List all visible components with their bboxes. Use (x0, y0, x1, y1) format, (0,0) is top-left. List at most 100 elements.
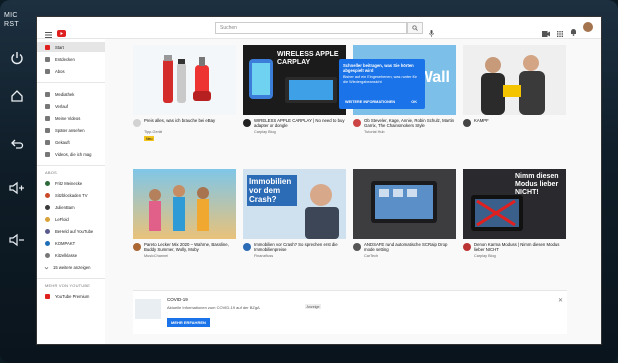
channel-avatar[interactable] (243, 119, 251, 127)
nav-item-meine-videos[interactable]: Meine Videos (37, 113, 105, 123)
channel-avatar[interactable] (463, 243, 471, 251)
channel-name[interactable]: Tutorial Hub (364, 130, 456, 134)
subscriptions-icon (45, 68, 50, 74)
divider (37, 165, 105, 166)
video-title[interactable]: Pareto Lecker Mix 2020 – Wahrne, Basslin… (144, 242, 236, 253)
video-meta: Pareto Lecker Mix 2020 – Wahrne, Basslin… (133, 242, 236, 272)
video-thumbnail[interactable]: Nimm diesen Modus lieber NICHT! (463, 169, 566, 239)
presenter-image (305, 184, 339, 239)
channel-name[interactable]: MusicChannel (144, 254, 236, 258)
channel-avatar[interactable] (353, 243, 361, 251)
more-from-youtube-heading: MEHR VON YOUTUBE (45, 283, 91, 288)
channel-avatar[interactable] (353, 119, 361, 127)
nav-item-premium[interactable]: YouTube Premium (37, 291, 105, 301)
youtube-premium-icon (45, 293, 50, 299)
thumbnail-text: Nimm diesen Modus lieber NICHT! (515, 173, 559, 196)
thumbs-up-icon (45, 151, 50, 157)
video-title[interactable]: ANDSAFE rund automatische SCRaip Drop mo… (364, 242, 456, 253)
volume-down-icon[interactable] (7, 230, 27, 250)
subscription-item[interactable]: Sitzblockaden TV (37, 190, 105, 200)
create-video-icon[interactable] (542, 24, 550, 42)
power-icon[interactable] (7, 48, 27, 68)
thermos-bottles-image (163, 55, 211, 103)
search-icon (412, 25, 418, 31)
video-thumbnail[interactable] (133, 169, 236, 239)
video-thumbnail[interactable] (463, 45, 566, 115)
purchases-icon (45, 139, 50, 145)
show-more-button[interactable]: 15 weitere anzeigen (37, 262, 105, 272)
tooltip-title: Schneller beitragen, was Sie hörten abge… (343, 63, 414, 74)
video-meta: ANDSAFE rund automatische SCRaip Drop mo… (353, 242, 456, 272)
channel-name[interactable]: Carplay Blog (474, 254, 566, 258)
autoplay-tooltip: Schneller beitragen, was Sie hörten abge… (339, 59, 425, 109)
youtube-topbar: Suchen (37, 17, 601, 42)
car-dashboard-image (371, 181, 437, 223)
more-info-button[interactable]: WEITERE INFORMATIONEN (345, 100, 395, 104)
covid-icon (135, 299, 161, 319)
channel-avatar (45, 216, 50, 222)
channel-avatar[interactable] (243, 243, 251, 251)
notifications-icon[interactable] (570, 23, 577, 41)
video-title[interactable]: Preis alles, was ich brauche bei eBay (144, 118, 236, 129)
volume-up-icon[interactable] (7, 178, 27, 198)
video-title[interactable]: Denon Karma Moduss | Nimm diesen Modus l… (474, 242, 566, 253)
channel-avatar (45, 252, 50, 258)
search-button[interactable] (407, 22, 423, 34)
divider (37, 82, 105, 83)
ok-button[interactable]: OK (411, 100, 417, 104)
hardware-buttons: MIC RST (0, 10, 34, 340)
channel-name[interactable]: Tipp-Gerät (144, 130, 236, 134)
video-title[interactable]: KAMPF (474, 118, 566, 129)
channel-avatar[interactable] (133, 243, 141, 251)
nav-item-start[interactable]: Start (37, 42, 105, 52)
video-title[interactable]: Immobilien vor Crash? So sprechen erst d… (254, 242, 346, 253)
channel-name[interactable]: Carplay Blog (254, 130, 346, 134)
home-icon (45, 44, 50, 50)
apps-icon[interactable] (557, 24, 563, 42)
nav-item-liked-videos[interactable]: Videos, die ich mag (37, 149, 105, 159)
video-title[interactable]: WIRELESS APPLE CARPLAY | No need to buy … (254, 118, 346, 129)
subscription-item[interactable]: KOMPAKT (37, 238, 105, 248)
nav-item-verlauf[interactable]: Verlauf (37, 101, 105, 111)
channel-avatar[interactable] (133, 119, 141, 127)
my-videos-icon (45, 115, 50, 121)
channel-avatar (45, 240, 50, 246)
video-title[interactable]: Ob Steveler, Kage, Annie, Robin Schulz, … (364, 118, 456, 129)
covid-heading: COVID-19 (167, 297, 188, 302)
channel-name[interactable]: Finanzfluss (254, 254, 346, 258)
nav-item-abos[interactable]: Abos (37, 66, 105, 76)
search-input[interactable]: Suchen (215, 22, 407, 34)
nav-item-mediathek[interactable]: Mediathek (37, 89, 105, 99)
subscription-item[interactable]: LeFloid (37, 214, 105, 224)
video-thumbnail[interactable]: WIRELESS APPLE CARPLAY (243, 45, 346, 115)
video-thumbnail[interactable] (353, 169, 456, 239)
channel-avatar (45, 180, 50, 186)
subscription-item[interactable]: BeHeld auf YouTube (37, 226, 105, 236)
home-icon[interactable] (7, 86, 27, 106)
close-icon[interactable]: ✕ (558, 297, 563, 304)
left-navigation: Start Entdecken Abos Mediathek Verlauf M… (37, 39, 105, 344)
mic-label: MIC (4, 12, 18, 19)
nav-item-entdecken[interactable]: Entdecken (37, 54, 105, 64)
channel-avatar (45, 228, 50, 234)
video-thumbnail[interactable] (133, 45, 236, 115)
nav-item-spaeter-ansehen[interactable]: Später ansehen (37, 125, 105, 135)
ad-tag: Anzeige (305, 304, 321, 309)
subscription-item[interactable]: Kitzelklasse (37, 250, 105, 260)
divider (37, 278, 105, 279)
video-thumbnail[interactable]: Immobilien vor dem Crash? (243, 169, 346, 239)
new-badge: Neu (144, 136, 155, 141)
mic-icon[interactable] (429, 24, 434, 42)
channel-avatar[interactable] (463, 119, 471, 127)
learn-more-button[interactable]: MEHR ERFAHREN (167, 318, 210, 327)
history-icon (45, 103, 50, 109)
back-icon[interactable] (7, 134, 27, 154)
channel-name[interactable]: CarTech (364, 254, 456, 258)
watch-later-icon (45, 127, 50, 133)
avatar[interactable] (583, 22, 593, 32)
subscription-item[interactable]: Fritz Meinecke (37, 178, 105, 188)
video-meta: Immobilien vor Crash? So sprechen erst d… (243, 242, 346, 272)
nav-item-gekauft[interactable]: Gekauft (37, 137, 105, 147)
rst-label: RST (4, 21, 19, 28)
subscription-item[interactable]: JulienBam (37, 202, 105, 212)
